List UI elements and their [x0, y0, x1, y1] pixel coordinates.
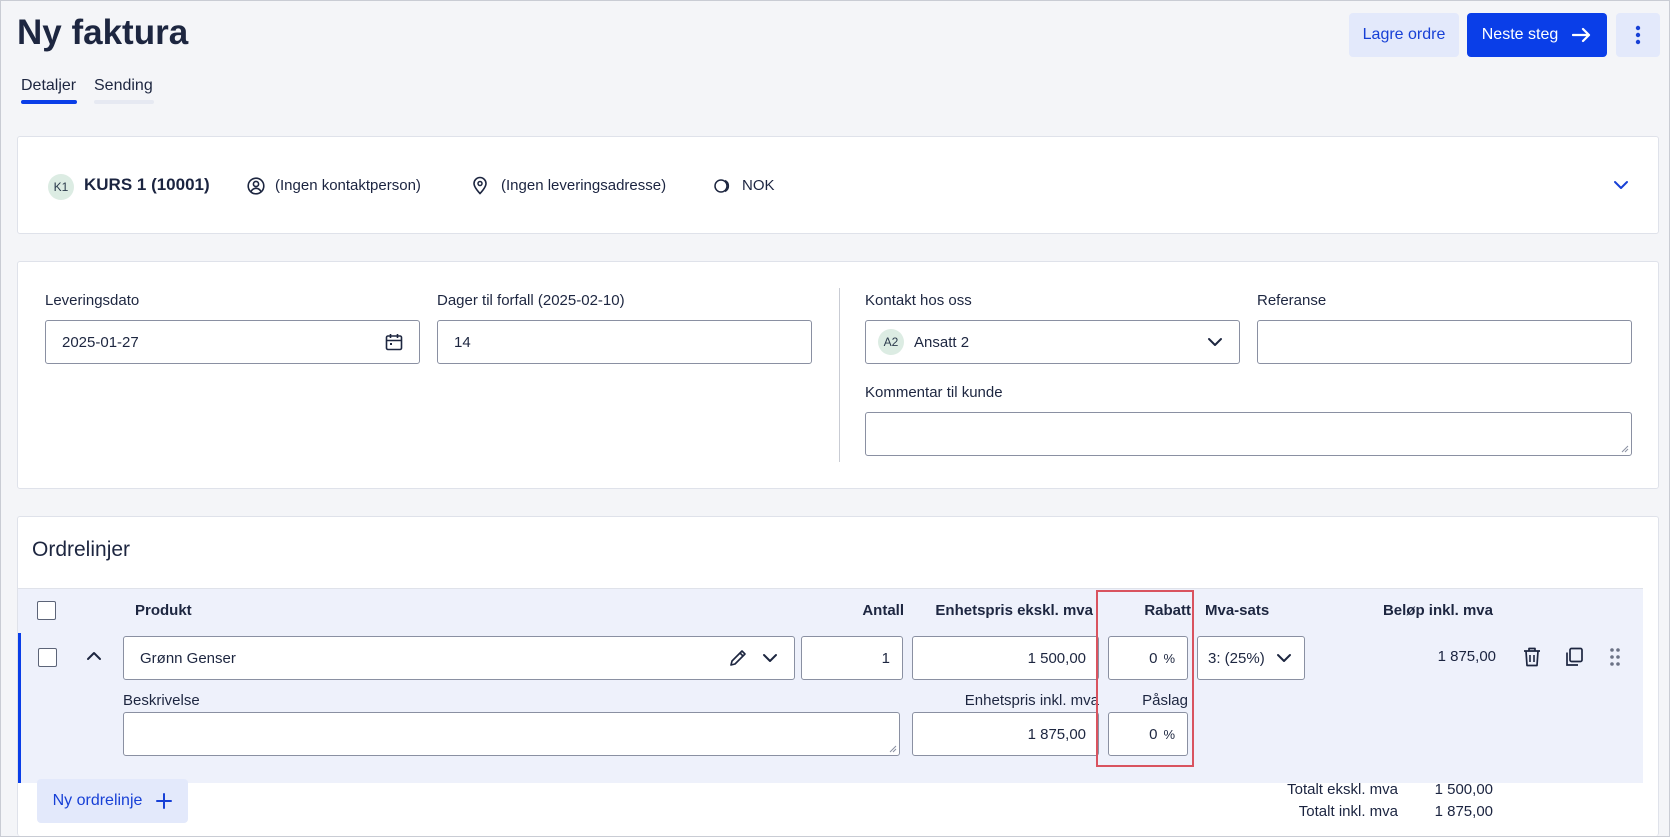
chevron-down-icon — [1276, 652, 1292, 664]
description-label: Beskrivelse — [123, 692, 200, 709]
column-header-vat-rate: Mva-sats — [1205, 602, 1270, 619]
tab-details-label: Detaljer — [21, 77, 77, 94]
more-options-button[interactable] — [1616, 13, 1660, 57]
order-lines-card: Ordrelinjer Produkt Antall Enhetspris ek… — [17, 516, 1659, 836]
customer-name[interactable]: KURS 1 (10001) — [84, 175, 210, 195]
our-contact-select[interactable]: A2 Ansatt 2 — [865, 320, 1240, 364]
total-incl-value: 1 875,00 — [1434, 803, 1493, 820]
tab-sending-label: Sending — [94, 77, 153, 94]
table-header: Produkt Antall Enhetspris ekskl. mva Rab… — [18, 588, 1643, 633]
column-header-amount-incl: Beløp inkl. mva — [1382, 602, 1493, 619]
kebab-menu-icon — [1635, 25, 1641, 45]
column-header-quantity: Antall — [862, 602, 904, 619]
reference-input[interactable] — [1257, 320, 1632, 364]
arrow-right-icon — [1572, 27, 1592, 43]
next-step-button[interactable]: Neste steg — [1467, 13, 1607, 57]
order-lines-title: Ordrelinjer — [32, 538, 131, 561]
drag-handle-icon[interactable] — [1610, 648, 1620, 666]
comment-textarea[interactable] — [865, 412, 1632, 456]
location-pin-icon — [472, 176, 488, 195]
unit-price-incl-label: Enhetspris inkl. mva — [964, 692, 1099, 709]
tab-inactive-indicator — [94, 100, 154, 104]
unit-price-excl-input[interactable]: 1 500,00 — [912, 636, 1099, 680]
tab-details[interactable]: Detaljer — [21, 77, 76, 101]
table-row: Grønn Genser 1 1 500,00 0 % 3: (25%) 1 8… — [18, 633, 1643, 783]
delivery-date-input[interactable]: 2025-01-27 — [45, 320, 420, 364]
select-all-checkbox[interactable] — [37, 601, 56, 620]
currency: NOK — [742, 177, 775, 194]
page-title: Ny faktura — [17, 13, 189, 52]
next-step-label: Neste steg — [1481, 26, 1559, 43]
our-contact-value: Ansatt 2 — [914, 333, 970, 351]
due-days-label: Dager til forfall (2025-02-10) — [437, 292, 625, 309]
pencil-icon[interactable] — [728, 648, 748, 668]
resize-handle-icon[interactable] — [888, 744, 897, 753]
chevron-down-icon[interactable] — [1613, 178, 1629, 192]
row-checkbox[interactable] — [38, 648, 57, 667]
new-order-line-button[interactable]: Ny ordrelinje — [37, 779, 188, 823]
new-order-line-label: Ny ordrelinje — [52, 792, 143, 809]
product-select[interactable]: Grønn Genser — [123, 636, 795, 680]
vat-rate-value: 3: (25%) — [1208, 649, 1265, 667]
total-excl-label: Totalt ekskl. mva — [1287, 781, 1398, 798]
unit-price-incl-input[interactable]: 1 875,00 — [912, 712, 1099, 756]
our-contact-avatar: A2 — [878, 329, 904, 355]
due-days-input[interactable]: 14 — [437, 320, 812, 364]
chevron-down-icon[interactable] — [762, 652, 778, 664]
tab-sending[interactable]: Sending — [94, 77, 153, 101]
calendar-icon[interactable] — [385, 333, 403, 351]
reference-label: Referanse — [1257, 292, 1327, 309]
amount-incl-value: 1 875,00 — [1437, 648, 1496, 665]
product-value: Grønn Genser — [140, 649, 236, 667]
contact-person[interactable]: (Ingen kontaktperson) — [275, 177, 421, 194]
column-header-product: Produkt — [135, 602, 192, 619]
due-days-value: 14 — [454, 333, 471, 351]
resize-handle-icon[interactable] — [1620, 444, 1629, 453]
chevron-up-icon[interactable] — [86, 650, 102, 662]
save-order-button[interactable]: Lagre ordre — [1349, 13, 1459, 57]
total-incl-label: Totalt inkl. mva — [1298, 803, 1398, 820]
chevron-down-icon — [1207, 336, 1223, 348]
tab-active-indicator — [21, 100, 77, 104]
description-textarea[interactable] — [123, 712, 900, 756]
currency-icon — [714, 178, 734, 194]
quantity-input[interactable]: 1 — [801, 636, 903, 680]
delivery-date-value: 2025-01-27 — [62, 333, 139, 351]
delivery-address[interactable]: (Ingen leveringsadresse) — [501, 177, 666, 194]
plus-icon — [156, 793, 173, 809]
discount-highlight-box — [1096, 590, 1194, 767]
trash-icon[interactable] — [1523, 647, 1541, 667]
delivery-date-label: Leveringsdato — [45, 292, 140, 309]
person-icon — [247, 177, 265, 195]
column-header-unit-price-excl: Enhetspris ekskl. mva — [935, 602, 1093, 619]
customer-card: K1 KURS 1 (10001) (Ingen kontaktperson) … — [17, 136, 1659, 234]
total-excl-value: 1 500,00 — [1434, 781, 1493, 798]
details-card: Leveringsdato 2025-01-27 Dager til forfa… — [17, 261, 1659, 489]
comment-label: Kommentar til kunde — [865, 384, 1003, 401]
copy-icon[interactable] — [1564, 647, 1584, 667]
vertical-divider — [839, 288, 840, 462]
customer-avatar: K1 — [48, 174, 74, 200]
vat-rate-select[interactable]: 3: (25%) — [1197, 636, 1305, 680]
our-contact-label: Kontakt hos oss — [865, 292, 972, 309]
app-window: Ny faktura Lagre ordre Neste steg Detalj… — [0, 0, 1670, 837]
